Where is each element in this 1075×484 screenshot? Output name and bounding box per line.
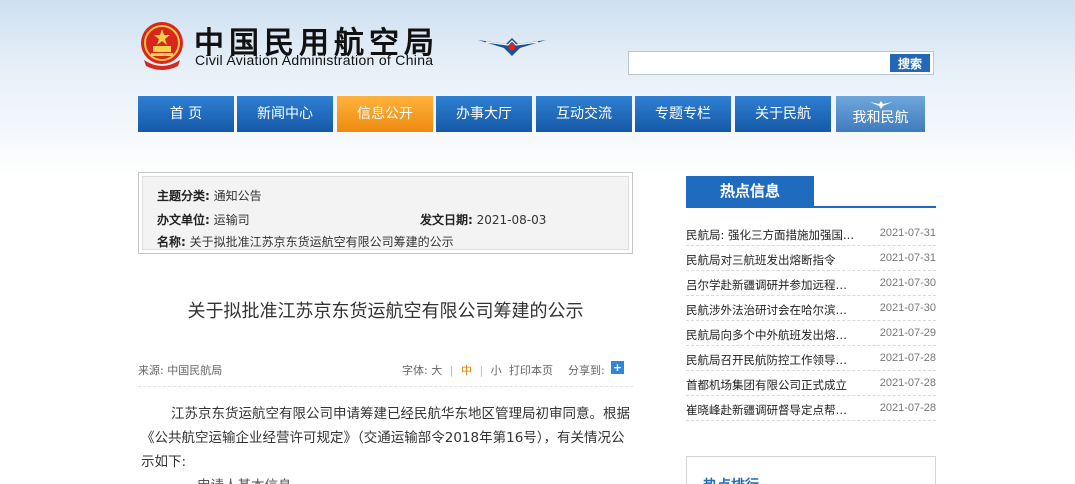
hot-news-date: 2021-07-28 bbox=[879, 352, 936, 364]
font-size-sep: | bbox=[479, 364, 484, 377]
hot-news-date: 2021-07-31 bbox=[879, 252, 936, 264]
hot-news-item[interactable]: 民航局向多个中外航班发出熔断... 2021-07-29 bbox=[686, 321, 936, 346]
hot-news-text[interactable]: 民航局: 强化三方面措施加强国... bbox=[686, 227, 856, 243]
nav-me-and-aviation[interactable]: 我和民航 bbox=[836, 96, 925, 132]
hot-news-item[interactable]: 民航局: 强化三方面措施加强国... 2021-07-31 bbox=[686, 221, 936, 246]
search-button[interactable]: 搜索 bbox=[890, 54, 930, 72]
hot-news-text[interactable]: 民航局向多个中外航班发出熔断... bbox=[686, 327, 856, 343]
hot-news-text[interactable]: 首都机场集团有限公司正式成立 bbox=[686, 377, 856, 393]
nav-info-disclosure[interactable]: 信息公开 bbox=[337, 96, 433, 132]
hot-news-header: 热点信息 bbox=[686, 176, 936, 208]
meta-divider bbox=[138, 386, 633, 387]
hot-news-text[interactable]: 民航局召开民航防控工作领导小... bbox=[686, 352, 856, 368]
hot-news-text[interactable]: 崔晓峰赴新疆调研督导定点帮扶... bbox=[686, 402, 856, 418]
article-body-continued: 一、申请人基本信息 bbox=[170, 474, 370, 484]
info-name-label: 名称: bbox=[157, 235, 186, 249]
hot-news-date: 2021-07-31 bbox=[879, 227, 936, 239]
hot-news-item[interactable]: 民航局召开民航防控工作领导小... 2021-07-28 bbox=[686, 346, 936, 371]
info-date: 发文日期: 2021-08-03 bbox=[420, 211, 546, 228]
font-size-small[interactable]: 小 bbox=[491, 364, 502, 377]
article-source: 来源: 中国民航局 bbox=[138, 364, 223, 377]
nav-home[interactable]: 首 页 bbox=[138, 96, 234, 132]
nav-news-center[interactable]: 新闻中心 bbox=[237, 96, 333, 132]
site-title-en: Civil Aviation Administration of China bbox=[195, 52, 434, 68]
info-name: 名称: 关于拟批准江苏京东货运航空有限公司筹建的公示 bbox=[157, 233, 454, 250]
info-dept: 办文单位: 运输司 bbox=[157, 211, 250, 228]
hot-news-title: 热点信息 bbox=[686, 176, 814, 207]
share-label: 分享到: bbox=[568, 364, 605, 377]
article-title: 关于拟批准江苏京东货运航空有限公司筹建的公示 bbox=[187, 301, 584, 322]
hot-ranking-box: 热点排行 bbox=[686, 456, 936, 484]
main-nav: 首 页 新闻中心 信息公开 办事大厅 互动交流 专题专栏 关于民航 我和民航 bbox=[138, 96, 925, 132]
info-subject-label: 主题分类: bbox=[157, 189, 210, 203]
nav-me-and-aviation-label: 我和民航 bbox=[852, 110, 909, 126]
nav-about[interactable]: 关于民航 bbox=[735, 96, 831, 132]
hot-news-text[interactable]: 吕尔学赴新疆调研并参加远程塔... bbox=[686, 277, 856, 293]
hot-news-text[interactable]: 民航局对三航班发出熔断指令 bbox=[686, 252, 856, 268]
hot-ranking-title: 热点排行 bbox=[703, 475, 759, 484]
hot-news-item[interactable]: 民航涉外法治研讨会在哈尔滨举办 2021-07-30 bbox=[686, 296, 936, 321]
hot-news-item[interactable]: 民航局对三航班发出熔断指令 2021-07-31 bbox=[686, 246, 936, 271]
info-dept-label: 办文单位: bbox=[157, 213, 210, 227]
caac-wings-logo-icon bbox=[478, 38, 546, 56]
national-emblem-icon bbox=[141, 22, 183, 70]
document-info-inner: 主题分类: 通知公告 办文单位: 运输司 发文日期: 2021-08-03 名称… bbox=[142, 176, 629, 250]
info-subject: 主题分类: 通知公告 bbox=[157, 187, 262, 204]
info-name-value: 关于拟批准江苏京东货运航空有限公司筹建的公示 bbox=[189, 235, 454, 249]
wings-icon bbox=[870, 101, 892, 109]
info-date-value: 2021-08-03 bbox=[476, 213, 547, 227]
hot-news-item[interactable]: 吕尔学赴新疆调研并参加远程塔... 2021-07-30 bbox=[686, 271, 936, 296]
hot-news-date: 2021-07-28 bbox=[879, 377, 936, 389]
hot-news-item[interactable]: 首都机场集团有限公司正式成立 2021-07-28 bbox=[686, 371, 936, 396]
hot-news-item[interactable]: 崔晓峰赴新疆调研督导定点帮扶... 2021-07-28 bbox=[686, 396, 936, 421]
hot-news-text[interactable]: 民航涉外法治研讨会在哈尔滨举办 bbox=[686, 302, 856, 318]
article-body: 江苏京东货运航空有限公司申请筹建已经民航华东地区管理局初审同意。根据《公共航空运… bbox=[141, 406, 630, 470]
info-dept-value: 运输司 bbox=[213, 213, 250, 227]
nav-service-hall[interactable]: 办事大厅 bbox=[436, 96, 532, 132]
hot-news-date: 2021-07-30 bbox=[879, 302, 936, 314]
font-size-sep: | bbox=[449, 364, 454, 377]
print-page-link[interactable]: 打印本页 bbox=[509, 362, 553, 378]
nav-interaction[interactable]: 互动交流 bbox=[536, 96, 632, 132]
hot-news-date: 2021-07-29 bbox=[879, 327, 936, 339]
info-subject-value: 通知公告 bbox=[213, 189, 262, 203]
font-size-medium[interactable]: 中 bbox=[461, 364, 472, 377]
nav-special-topics[interactable]: 专题专栏 bbox=[635, 96, 731, 132]
font-size-label: 字体: bbox=[402, 364, 428, 377]
hot-news-date: 2021-07-28 bbox=[879, 402, 936, 414]
search-box: 搜索 bbox=[628, 51, 934, 75]
search-input[interactable] bbox=[631, 54, 887, 72]
font-size-large[interactable]: 大 bbox=[431, 364, 442, 377]
hot-news-date: 2021-07-30 bbox=[879, 277, 936, 289]
font-size-switch: 字体: 大 | 中 | 小 bbox=[402, 362, 502, 378]
info-date-label: 发文日期: bbox=[420, 213, 473, 227]
share-plus-icon[interactable]: + bbox=[611, 361, 624, 374]
document-info-box: 主题分类: 通知公告 办文单位: 运输司 发文日期: 2021-08-03 名称… bbox=[138, 172, 633, 254]
